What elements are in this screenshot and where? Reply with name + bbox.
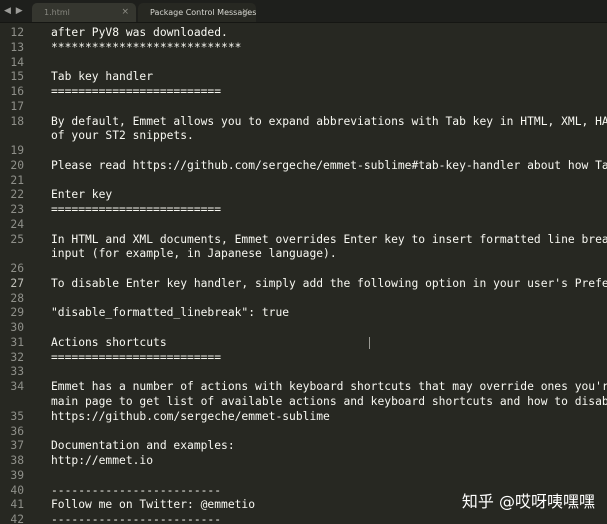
code-line[interactable]: 14 (0, 55, 607, 70)
line-number: 18 (10, 114, 24, 128)
line-number: 17 (10, 99, 24, 113)
code-line[interactable]: input (for example, in Japanese language… (0, 246, 607, 261)
code-line[interactable]: 32 ========================= (0, 350, 607, 365)
line-number: 24 (10, 217, 24, 231)
code-line[interactable]: 37 Documentation and examples: (0, 438, 607, 453)
line-text: http://emmet.io (51, 454, 154, 468)
line-number: 37 (10, 439, 24, 453)
line-text: of your ST2 snippets. (51, 129, 194, 143)
line-number: 15 (10, 70, 24, 84)
line-text: after PyV8 was downloaded. (51, 26, 228, 39)
code-line[interactable]: 17 (0, 99, 607, 114)
tab-package-control-messages[interactable]: Package Control Messages × (138, 3, 256, 22)
line-text: input (for example, in Japanese language… (51, 247, 337, 261)
code-line[interactable]: of your ST2 snippets. (0, 128, 607, 143)
line-number: 35 (10, 409, 24, 423)
line-number: 40 (10, 483, 24, 497)
line-number: 22 (10, 188, 24, 202)
code-line[interactable]: 26 (0, 261, 607, 276)
code-line[interactable]: 13 **************************** (0, 40, 607, 55)
code-line[interactable]: 28 (0, 291, 607, 306)
line-number: 33 (10, 365, 24, 379)
line-text: By default, Emmet allows you to expand a… (51, 114, 607, 128)
close-icon[interactable]: × (121, 3, 129, 22)
line-number: 31 (10, 335, 24, 349)
line-number: 25 (10, 232, 24, 246)
code-line[interactable]: 39 (0, 468, 607, 483)
line-text: Documentation and examples: (51, 439, 235, 453)
editor-text-area[interactable]: 12 after PyV8 was downloaded. 13 **********… (0, 23, 607, 524)
close-icon[interactable]: × (241, 3, 249, 22)
code-line[interactable]: 34 Emmet has a number of actions with key… (0, 379, 607, 394)
line-text: https://github.com/sergeche/emmet-sublim… (51, 409, 330, 423)
tab-bar: ◀ ▶ 1.html × Package Control Messages × (0, 0, 607, 23)
code-line[interactable]: 18 By default, Emmet allows you to expand… (0, 114, 607, 129)
line-number: 16 (10, 85, 24, 99)
line-number: 19 (10, 144, 24, 158)
line-number: 39 (10, 468, 24, 482)
code-line[interactable]: 30 (0, 320, 607, 335)
line-text: Please read https://github.com/sergeche/… (51, 158, 607, 172)
line-text: In HTML and XML documents, Emmet overrid… (51, 232, 607, 246)
line-number: 12 (10, 26, 24, 39)
code-line[interactable]: 21 (0, 173, 607, 188)
line-number: 26 (10, 262, 24, 276)
tab-nav-arrows-icon[interactable]: ◀ ▶ (4, 3, 26, 19)
line-text: Tab key handler (51, 70, 154, 84)
code-line[interactable]: 20 Please read https://github.com/sergech… (0, 158, 607, 173)
line-number: 32 (10, 350, 24, 364)
line-text: ========================= (51, 350, 222, 364)
line-number: 29 (10, 306, 24, 320)
line-number: 23 (10, 203, 24, 217)
text-cursor (369, 337, 370, 349)
code-line[interactable]: 22 Enter key (0, 187, 607, 202)
code-line[interactable]: 38 http://emmet.io (0, 453, 607, 468)
line-number: 30 (10, 321, 24, 335)
line-number: 34 (10, 380, 24, 394)
line-number: 41 (10, 498, 24, 512)
line-text: Enter key (51, 188, 113, 202)
code-line[interactable]: 15 Tab key handler (0, 69, 607, 84)
line-text: Actions shortcuts (51, 335, 167, 349)
line-text: ========================= (51, 203, 222, 217)
line-text: main page to get list of available actio… (51, 395, 607, 408)
line-number: 28 (10, 291, 24, 305)
line-number: 14 (10, 55, 24, 69)
code-line[interactable]: 29 "disable_formatted_linebreak": true (0, 305, 607, 320)
code-line[interactable]: 24 (0, 217, 607, 232)
tab-label: Package Control Messages (150, 8, 256, 17)
code-line[interactable]: 36 (0, 424, 607, 439)
code-line[interactable]: 25 In HTML and XML documents, Emmet overr… (0, 232, 607, 247)
line-text: ------------------------- (51, 513, 222, 524)
code-line[interactable]: 23 ========================= (0, 202, 607, 217)
tab-label: 1.html (44, 8, 70, 17)
code-line[interactable]: 42 ------------------------- (0, 512, 607, 524)
line-text: ========================= (51, 85, 222, 99)
line-text: **************************** (51, 40, 242, 54)
code-line[interactable]: main page to get list of available actio… (0, 394, 607, 409)
line-text: Follow me on Twitter: @emmetio (51, 498, 256, 512)
code-line[interactable]: 27 To disable Enter key handler, simply a… (0, 276, 607, 291)
watermark: 知乎 @哎呀咦嘿嘿 (461, 492, 595, 511)
code-line[interactable]: 31 Actions shortcuts (0, 335, 607, 350)
line-text: ------------------------- (51, 483, 222, 497)
line-number: 13 (10, 40, 24, 54)
code-line[interactable]: 35 https://github.com/sergeche/emmet-subl… (0, 409, 607, 424)
line-number: 42 (10, 513, 24, 524)
code-line[interactable]: 16 ========================= (0, 84, 607, 99)
line-text: To disable Enter key handler, simply add… (51, 276, 607, 290)
line-text: "disable_formatted_linebreak": true (51, 306, 290, 320)
line-number: 20 (10, 158, 24, 172)
code-line[interactable]: 19 (0, 143, 607, 158)
line-number: 38 (10, 454, 24, 468)
line-number: 21 (10, 173, 24, 187)
line-number: 36 (10, 424, 24, 438)
line-number: 27 (10, 276, 24, 290)
code-line[interactable]: 12 after PyV8 was downloaded. (0, 25, 607, 40)
line-text: Emmet has a number of actions with keybo… (51, 380, 607, 394)
code-line[interactable]: 33 (0, 364, 607, 379)
tab-1-html[interactable]: 1.html × (32, 3, 136, 22)
